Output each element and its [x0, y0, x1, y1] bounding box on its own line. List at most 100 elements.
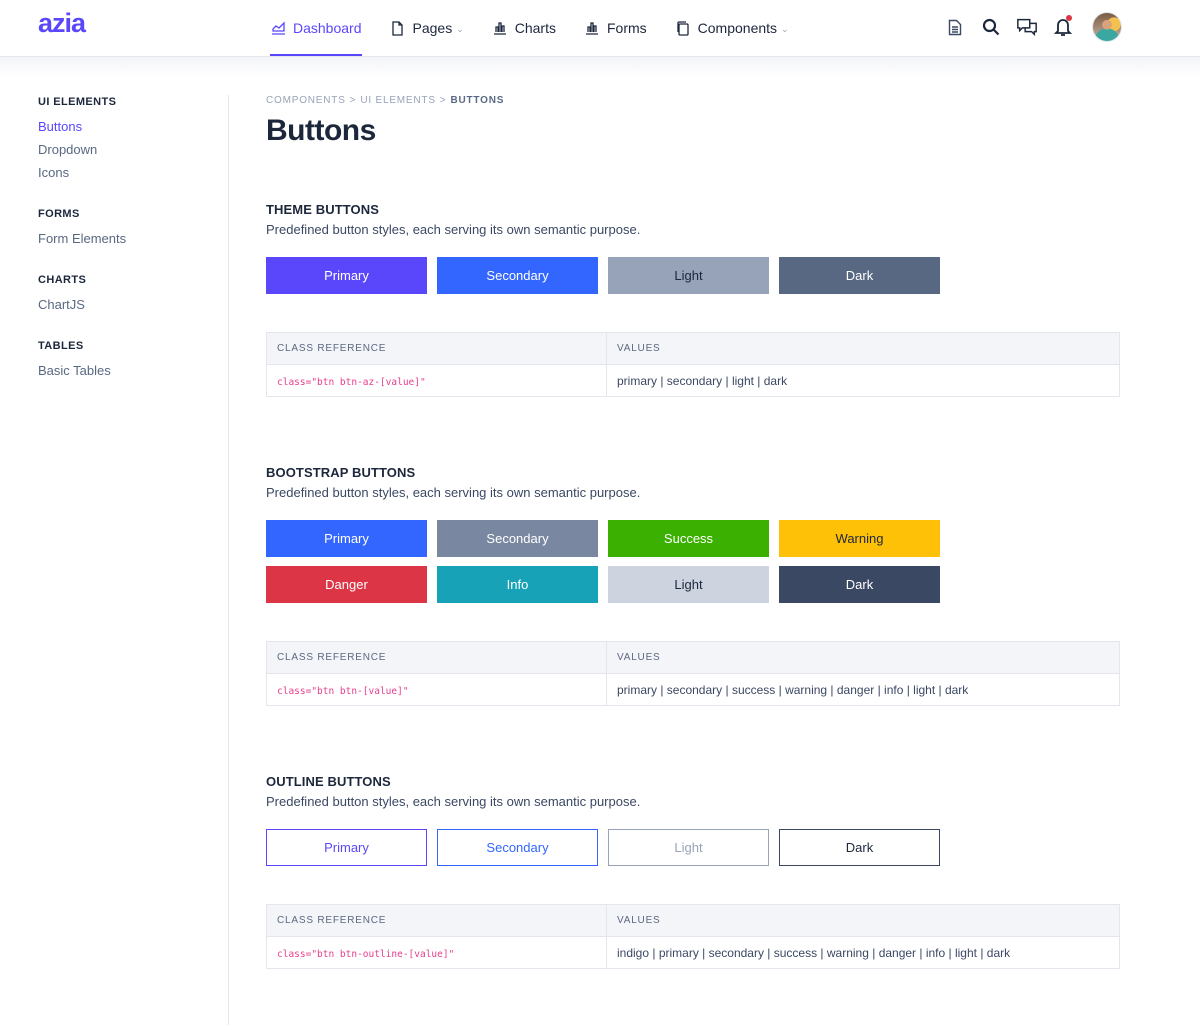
logo[interactable]: azia — [38, 8, 86, 39]
breadcrumb-item[interactable]: UI ELEMENTS — [360, 95, 435, 106]
sidebar-item-form-elements[interactable]: Form Elements — [38, 227, 228, 250]
secondary-button[interactable]: Secondary — [437, 829, 598, 866]
primary-button[interactable]: Primary — [266, 257, 427, 294]
page-title: Buttons — [266, 114, 376, 147]
sidebar-group-ui-elements: UI ELEMENTS Buttons Dropdown Icons — [38, 96, 228, 184]
values-cell: indigo | primary | secondary | success |… — [606, 936, 1120, 969]
column-header: VALUES — [606, 904, 1120, 937]
dark-button[interactable]: Dark — [779, 566, 940, 603]
nav-label: Forms — [606, 20, 647, 36]
section-description: Predefined button styles, each serving i… — [266, 222, 641, 237]
chart-area-icon — [270, 20, 286, 36]
column-header: VALUES — [606, 641, 1120, 674]
dark-button[interactable]: Dark — [779, 829, 940, 866]
section-bootstrap-buttons: BOOTSTRAP BUTTONS Predefined button style… — [266, 465, 1120, 706]
sidebar-group-forms: FORMS Form Elements — [38, 208, 228, 250]
light-button[interactable]: Light — [608, 829, 769, 866]
sidebar-group-title: TABLES — [38, 340, 84, 352]
table-header-row: CLASS REFERENCE VALUES — [266, 641, 1120, 674]
table-header-row: CLASS REFERENCE VALUES — [266, 332, 1120, 365]
bar-chart-icon — [492, 20, 508, 36]
sidebar: UI ELEMENTS Buttons Dropdown Icons FORMS… — [38, 95, 228, 406]
nav-item-forms[interactable]: Forms — [584, 0, 647, 56]
class-reference-code: class="btn btn-az-[value]" — [277, 376, 426, 388]
notification-dot — [1066, 15, 1072, 21]
values-cell: primary | secondary | success | warning … — [606, 673, 1120, 706]
avatar[interactable] — [1092, 12, 1122, 42]
chat-icon[interactable] — [1016, 16, 1038, 38]
nav-item-charts[interactable]: Charts — [492, 0, 556, 56]
class-reference-table: CLASS REFERENCE VALUES class="btn btn-az… — [266, 332, 1120, 397]
light-button[interactable]: Light — [608, 257, 769, 294]
sidebar-item-buttons[interactable]: Buttons — [38, 115, 228, 138]
secondary-button[interactable]: Secondary — [437, 520, 598, 557]
file-icon — [390, 20, 406, 36]
sidebar-item-basic-tables[interactable]: Basic Tables — [38, 359, 228, 382]
sidebar-group-title: FORMS — [38, 208, 80, 220]
secondary-button[interactable]: Secondary — [437, 257, 598, 294]
sidebar-group-title: UI ELEMENTS — [38, 96, 117, 108]
info-button[interactable]: Info — [437, 566, 598, 603]
primary-button[interactable]: Primary — [266, 520, 427, 557]
class-reference-cell: class="btn btn-[value]" — [266, 673, 607, 706]
section-description: Predefined button styles, each serving i… — [266, 485, 641, 500]
sidebar-item-chartjs[interactable]: ChartJS — [38, 293, 228, 316]
primary-button[interactable]: Primary — [266, 829, 427, 866]
search-icon[interactable] — [980, 16, 1002, 38]
light-button[interactable]: Light — [608, 566, 769, 603]
button-group: Primary Secondary Light Dark — [266, 257, 1120, 294]
column-header: CLASS REFERENCE — [266, 641, 607, 674]
column-header: CLASS REFERENCE — [266, 332, 607, 365]
top-header: azia Dashboard Pages ⌄ Charts Forms Comp… — [0, 0, 1200, 57]
section-theme-buttons: THEME BUTTONS Predefined button styles, e… — [266, 202, 1120, 397]
success-button[interactable]: Success — [608, 520, 769, 557]
chevron-down-icon: ⌄ — [781, 23, 789, 34]
bell-icon[interactable] — [1052, 15, 1074, 38]
bar-chart-icon — [584, 20, 600, 36]
breadcrumb-current: BUTTONS — [450, 95, 505, 106]
nav-item-pages[interactable]: Pages ⌄ — [390, 0, 464, 56]
header-shadow — [0, 57, 1200, 79]
class-reference-code: class="btn btn-outline-[value]" — [277, 948, 455, 960]
chevron-down-icon: ⌄ — [456, 23, 464, 34]
class-reference-table: CLASS REFERENCE VALUES class="btn btn-[v… — [266, 641, 1120, 706]
table-header-row: CLASS REFERENCE VALUES — [266, 904, 1120, 937]
class-reference-table: CLASS REFERENCE VALUES class="btn btn-ou… — [266, 904, 1120, 969]
table-row: class="btn btn-[value]" primary | second… — [266, 673, 1120, 706]
column-header: VALUES — [606, 332, 1120, 365]
section-title: BOOTSTRAP BUTTONS — [266, 465, 416, 480]
sections: THEME BUTTONS Predefined button styles, e… — [266, 202, 1120, 969]
breadcrumb-separator: > — [349, 95, 357, 106]
class-reference-cell: class="btn btn-outline-[value]" — [266, 936, 607, 969]
header-actions — [930, 12, 1122, 42]
main-nav: Dashboard Pages ⌄ Charts Forms Component… — [270, 0, 817, 57]
nav-label: Pages — [412, 20, 453, 36]
section-title: THEME BUTTONS — [266, 202, 380, 217]
section-title: OUTLINE BUTTONS — [266, 774, 391, 789]
sidebar-group-charts: CHARTS ChartJS — [38, 274, 228, 316]
button-group: Primary Secondary Success Warning Danger Info… — [266, 520, 1120, 603]
table-row: class="btn btn-outline-[value]" indigo |… — [266, 936, 1120, 969]
breadcrumb-separator: > — [439, 95, 447, 106]
sidebar-group-tables: TABLES Basic Tables — [38, 340, 228, 382]
nav-item-dashboard[interactable]: Dashboard — [270, 0, 362, 56]
nav-label: Dashboard — [293, 20, 362, 36]
table-row: class="btn btn-az-[value]" primary | sec… — [266, 364, 1120, 397]
values-cell: primary | secondary | light | dark — [606, 364, 1120, 397]
nav-item-components[interactable]: Components ⌄ — [675, 0, 789, 56]
column-header: CLASS REFERENCE — [266, 904, 607, 937]
breadcrumb: COMPONENTS > UI ELEMENTS > BUTTONS — [266, 95, 1120, 109]
breadcrumb-item[interactable]: COMPONENTS — [266, 95, 346, 106]
warning-button[interactable]: Warning — [779, 520, 940, 557]
section-description: Predefined button styles, each serving i… — [266, 794, 641, 809]
class-reference-cell: class="btn btn-az-[value]" — [266, 364, 607, 397]
nav-label: Charts — [514, 20, 556, 36]
sidebar-item-icons[interactable]: Icons — [38, 161, 228, 184]
sidebar-group-title: CHARTS — [38, 274, 87, 286]
sidebar-item-dropdown[interactable]: Dropdown — [38, 138, 228, 161]
button-group: Primary Secondary Light Dark — [266, 829, 1120, 866]
danger-button[interactable]: Danger — [266, 566, 427, 603]
sidebar-divider — [228, 95, 229, 1025]
dark-button[interactable]: Dark — [779, 257, 940, 294]
document-icon[interactable] — [944, 16, 966, 38]
